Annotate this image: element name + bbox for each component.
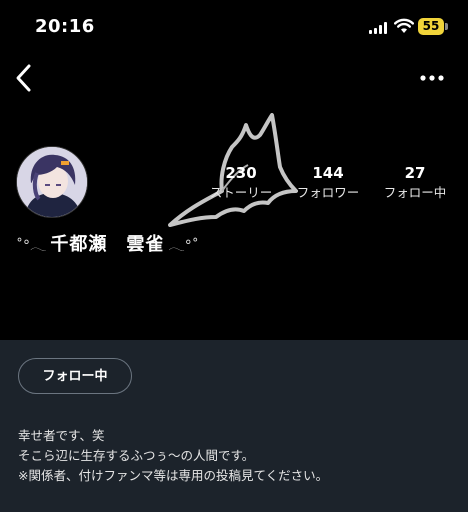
status-time: 20:16 bbox=[35, 16, 95, 37]
stat-value: 144 bbox=[312, 164, 344, 182]
status-bar: 20:16 55 bbox=[0, 0, 468, 56]
display-name: ˚°𓂃 千都瀬 雲雀 𓂃°˚ bbox=[16, 230, 199, 256]
stat-following[interactable]: 27 フォロー中 bbox=[365, 164, 465, 202]
avatar[interactable] bbox=[16, 146, 88, 218]
name-suffix-decoration: 𓂃°˚ bbox=[168, 238, 199, 254]
bio-line: 幸せ者です、笑 bbox=[18, 428, 105, 443]
battery-level: 55 bbox=[418, 18, 444, 35]
profile-header: 230 ストーリー 144 フォロワー 27 フォロー中 ˚°𓂃 千都瀬 雲雀 … bbox=[0, 102, 468, 340]
profile-name: 千都瀬 雲雀 bbox=[50, 234, 165, 255]
stat-label: フォロワー bbox=[296, 185, 360, 200]
stat-followers[interactable]: 144 フォロワー bbox=[278, 164, 378, 202]
stat-label: ストーリー bbox=[209, 185, 273, 200]
bio-line: ※関係者、付けファンマ等は専用の投稿見てください。 bbox=[18, 468, 329, 483]
bio: 幸せ者です、笑 そこら辺に生存するふつぅ〜の人間です。 ※関係者、付けファンマ等… bbox=[18, 426, 458, 486]
battery-icon: 55 bbox=[418, 18, 448, 35]
stat-value: 230 bbox=[225, 164, 257, 182]
more-horizontal-icon[interactable] bbox=[414, 64, 450, 92]
cellular-signal-icon bbox=[369, 22, 389, 34]
top-nav bbox=[0, 56, 468, 102]
stat-label: フォロー中 bbox=[383, 185, 447, 200]
bio-line: そこら辺に生存するふつぅ〜の人間です。 bbox=[18, 448, 255, 463]
name-prefix-decoration: ˚°𓂃 bbox=[16, 238, 47, 254]
stat-stories[interactable]: 230 ストーリー bbox=[191, 164, 291, 202]
avatar-image bbox=[17, 147, 87, 217]
wifi-icon bbox=[394, 18, 414, 33]
following-button[interactable]: フォロー中 bbox=[18, 358, 132, 394]
stat-value: 27 bbox=[404, 164, 426, 182]
profile-details-panel: フォロー中 幸せ者です、笑 そこら辺に生存するふつぅ〜の人間です。 ※関係者、付… bbox=[0, 340, 468, 512]
back-chevron-icon[interactable] bbox=[10, 62, 38, 94]
